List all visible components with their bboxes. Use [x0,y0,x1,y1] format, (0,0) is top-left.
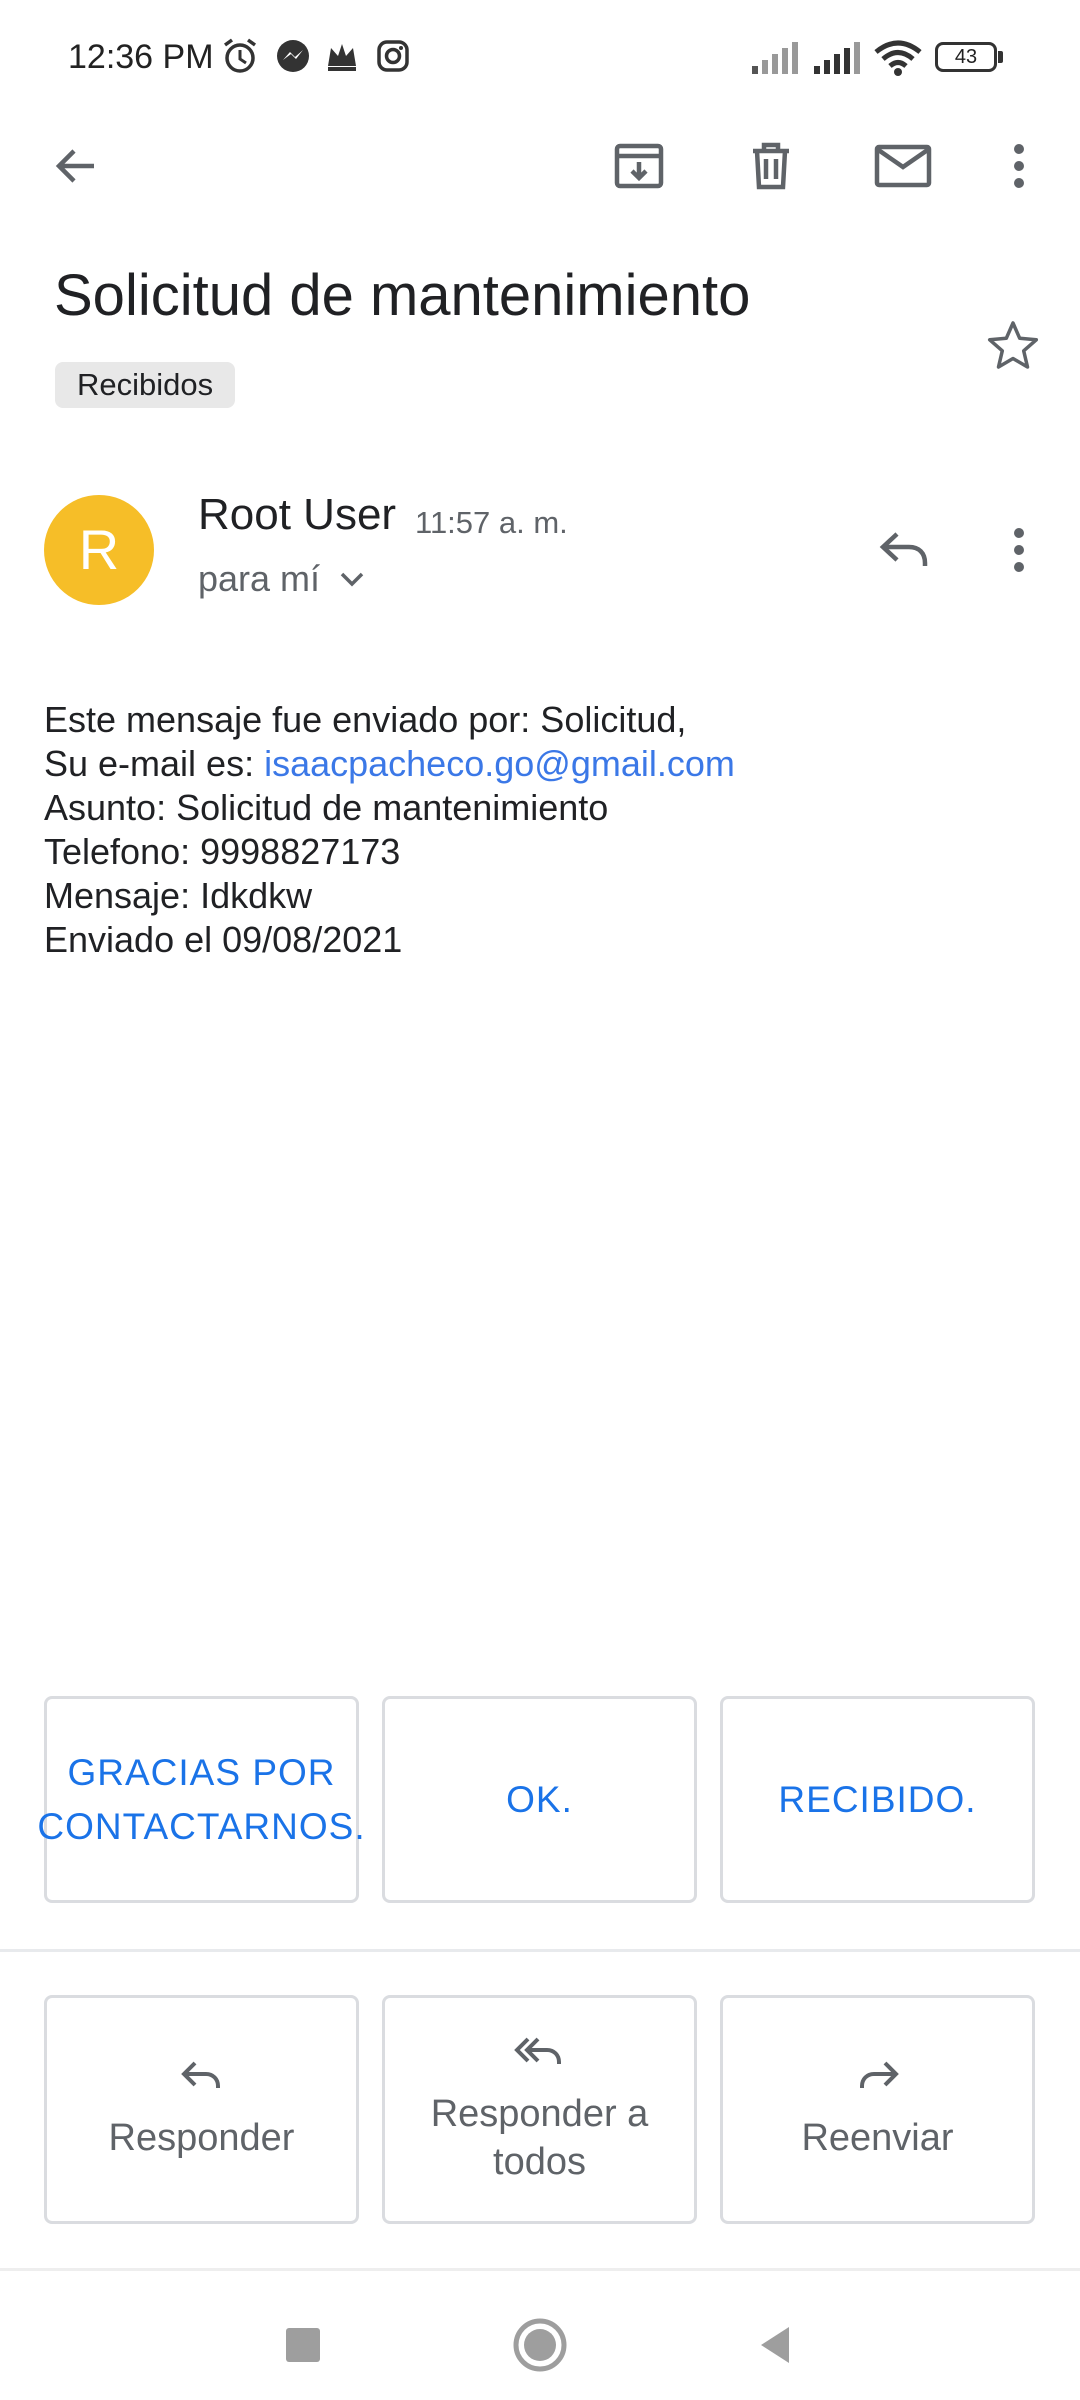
sender-name: Root User [198,490,397,539]
more-vert-icon [1014,144,1024,188]
reply-all-label: Responder a todos [430,2092,649,2183]
body-line: Su e-mail es: isaacpacheco.go@gmail.com [44,742,735,786]
smart-reply-button[interactable]: GRACIAS POR CONTACTARNOS. [37,1696,365,1903]
forward-label: Reenviar [801,2116,954,2159]
recents-button[interactable] [258,2300,348,2390]
status-bar: 12:36 PM 43 [0,0,1080,110]
reply-icon [180,2061,220,2088]
mark-unread-icon [874,144,932,188]
more-vert-icon [1014,528,1024,572]
body-line: Mensaje: Idkdkw [44,875,313,916]
star-button[interactable] [972,305,1054,387]
messenger-icon [273,36,313,76]
body-line: Telefono: 9998827173 [44,831,401,872]
home-circle-icon [513,2318,567,2372]
reply-all-icon [513,2037,561,2064]
mark-unread-button[interactable] [861,124,945,208]
back-button[interactable] [34,124,118,208]
back-arrow-icon [55,149,94,183]
email-timestamp: 11:57 a. m. [415,505,568,540]
label-chip-inbox[interactable]: Recibidos [55,362,236,408]
body-line: Asunto: Solicitud de mantenimiento [44,787,609,828]
sender-avatar[interactable]: R [44,495,154,605]
battery-tip [998,51,1003,63]
alarm-icon [220,36,260,76]
divider [0,2268,1080,2271]
divider [0,1949,1080,1952]
body-line: Este mensaje fue enviado por: Solicitud, [44,699,687,740]
body-line: Enviado el 09/08/2021 [44,919,403,960]
star-icon [987,321,1039,369]
more-options-button[interactable] [977,124,1061,208]
email-link[interactable]: isaacpacheco.go@gmail.com [264,743,735,784]
back-nav-button[interactable] [730,2300,820,2390]
archive-button[interactable] [597,124,681,208]
forward-icon [859,2061,899,2088]
crown-icon [322,36,362,76]
reply-action-button[interactable]: Responder [44,1995,359,2224]
delete-button[interactable] [729,124,813,208]
smart-reply-button[interactable]: OK. [382,1696,697,1903]
triangle-back-icon [761,2327,789,2363]
status-time: 12:36 PM [68,38,214,76]
instagram-icon [373,36,413,76]
square-icon [286,2328,320,2362]
archive-icon [614,143,664,189]
message-more-button[interactable] [977,508,1061,592]
reply-button[interactable] [863,508,947,592]
body-line-prefix: Su e-mail es: [44,743,265,784]
email-subject: Solicitud de mantenimiento [54,263,751,328]
email-body: Este mensaje fue enviado por: Solicitud,… [44,698,735,962]
recipient-label: para mí [198,558,321,599]
forward-action-button[interactable]: Reenviar [720,1995,1035,2224]
home-button[interactable] [495,2300,585,2390]
reply-icon [879,532,928,566]
wifi-icon [872,38,924,78]
recipient-details-toggle[interactable]: para mí [198,558,366,600]
chevron-down-icon [340,572,364,587]
battery-indicator: 43 [935,42,997,72]
delete-icon [753,142,789,190]
signal-icon [812,38,864,76]
signal-icon [750,38,802,76]
smart-reply-button[interactable]: RECIBIDO. [720,1696,1035,1903]
reply-label: Responder [108,2116,295,2159]
reply-all-action-button[interactable]: Responder a todos [382,1995,697,2224]
